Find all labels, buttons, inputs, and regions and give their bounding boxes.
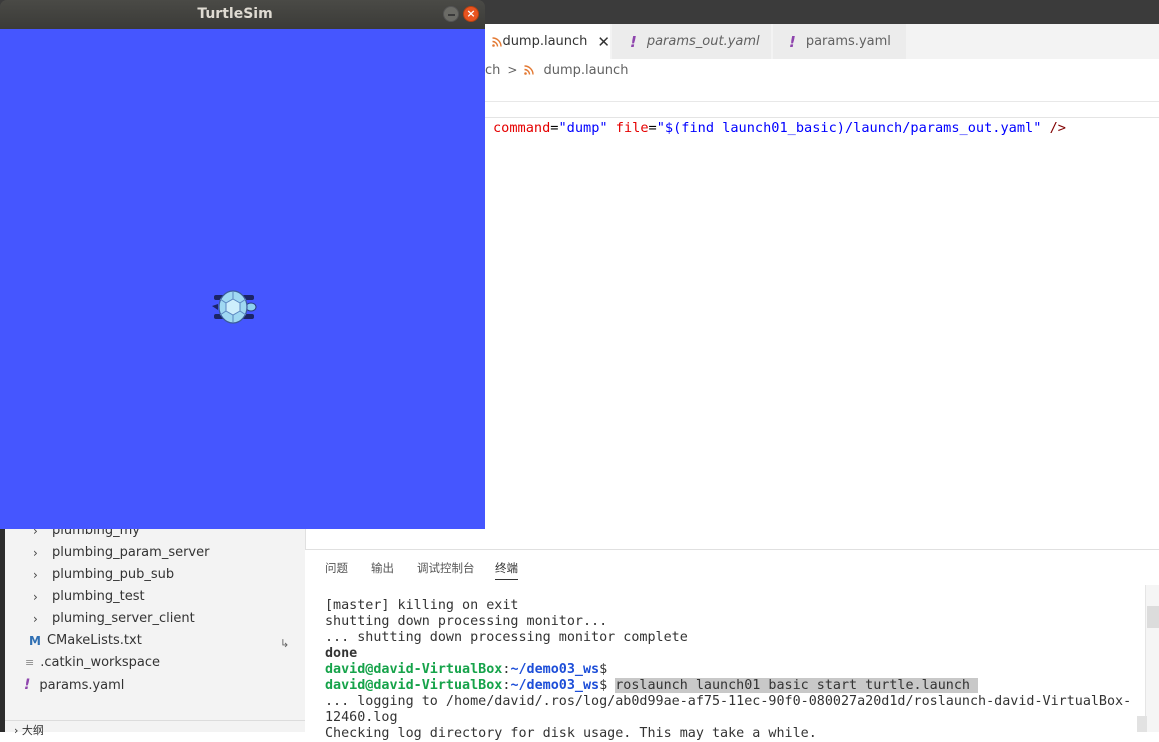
exclamation-icon: ! <box>24 677 31 693</box>
explorer-sidebar: › plumbing_my › plumbing_param_server › … <box>0 523 306 732</box>
window-title: TurtleSim <box>197 6 273 22</box>
tree-item-pluming-server-client[interactable]: › pluming_server_client <box>33 611 195 626</box>
exclamation-icon: ! <box>789 32 796 51</box>
chevron-right-icon: › <box>33 589 38 604</box>
tree-item-label: plumbing_param_server <box>52 545 210 560</box>
turtle-icon <box>212 290 257 324</box>
panel-tab-debug-console[interactable]: 调试控制台 <box>417 560 475 576</box>
tree-item-plumbing-test[interactable]: › plumbing_test <box>33 589 145 604</box>
chevron-right-icon: › <box>33 611 38 626</box>
terminal-output[interactable]: [master] killing on exit shutting down p… <box>325 598 1131 742</box>
tree-item-cmakelists[interactable]: M CMakeLists.txt <box>29 633 142 648</box>
terminal-line: Checking log directory for disk usage. T… <box>325 726 817 741</box>
terminal-command: roslaunch launch01 basic start turtle.la… <box>615 678 979 693</box>
breadcrumb-file[interactable]: dump.launch <box>543 63 628 78</box>
tab-dump-launch[interactable]: dump.launch ✕ <box>485 24 611 59</box>
terminal-line: shutting down processing monitor... <box>325 614 608 629</box>
tab-label: params_out.yaml <box>646 34 760 49</box>
prompt-dollar: $ <box>599 678 608 693</box>
tree-item-plumbing-param-server[interactable]: › plumbing_param_server <box>33 545 209 560</box>
prompt-path: ~/demo03_ws <box>510 678 600 693</box>
minimize-button[interactable] <box>443 6 459 22</box>
tab-label: params.yaml <box>805 34 891 49</box>
prompt-dollar: $ <box>599 662 608 677</box>
bottom-panel: 问题 输出 调试控制台 终端 [master] killing on exit … <box>305 549 1159 741</box>
code-tag: /> <box>1049 120 1066 136</box>
panel-tab-problems[interactable]: 问题 <box>325 560 348 576</box>
tree-item-label: params.yaml <box>39 677 125 693</box>
breadcrumb: ch > dump.launch <box>485 59 628 81</box>
scrollbar-thumb[interactable] <box>1147 606 1159 628</box>
outline-section-header[interactable]: › 大纲 <box>14 722 44 738</box>
editor-divider <box>485 101 1159 102</box>
text-file-icon: ≡ <box>25 656 35 669</box>
tree-item-label: plumbing_pub_sub <box>52 567 175 582</box>
rss-icon <box>524 65 535 75</box>
prompt-user: david@david-VirtualBox <box>325 662 503 677</box>
panel-tab-output[interactable]: 输出 <box>371 560 394 576</box>
code-attribute: file <box>615 120 649 136</box>
code-string: "$(find launch01_basic)/launch/params_ou… <box>656 120 1042 136</box>
chevron-right-icon: › <box>33 567 38 582</box>
close-button[interactable]: × <box>463 6 479 22</box>
tree-item-catkin-workspace[interactable]: ≡ .catkin_workspace <box>25 655 160 670</box>
sidebar-divider <box>5 720 305 721</box>
terminal-line: done <box>325 646 358 661</box>
tree-item-label: .catkin_workspace <box>40 655 161 670</box>
tree-item-label: plumbing_test <box>52 589 145 604</box>
code-editor[interactable]: command="dump" file="$(find launch01_bas… <box>493 118 1066 138</box>
tree-item-params-yaml[interactable]: ! params.yaml <box>24 677 124 693</box>
tab-params-out-yaml[interactable]: ! params_out.yaml <box>612 24 772 59</box>
terminal-line: 12460.log <box>325 710 398 725</box>
turtlesim-titlebar[interactable]: TurtleSim × <box>0 0 485 29</box>
terminal-line: ... shutting down processing monitor com… <box>325 630 688 645</box>
prompt-user: david@david-VirtualBox <box>325 678 503 693</box>
close-icon[interactable]: ✕ <box>597 33 610 51</box>
scrollbar-thumb[interactable] <box>1137 716 1147 732</box>
breadcrumb-parent[interactable]: ch <box>485 63 500 78</box>
exclamation-icon: ! <box>630 32 637 51</box>
tab-label: dump.launch <box>502 34 588 49</box>
chevron-right-icon: > <box>507 63 518 77</box>
prompt-path: ~/demo03_ws <box>510 662 600 677</box>
rss-icon <box>492 36 502 47</box>
outline-label: 大纲 <box>21 724 44 737</box>
chevron-right-icon: › <box>33 545 38 560</box>
git-modified-icon: ↳ <box>280 637 290 650</box>
tab-params-yaml[interactable]: ! params.yaml <box>773 24 907 59</box>
cmake-icon: M <box>29 633 41 648</box>
terminal-line: ... logging to /home/david/.ros/log/ab0d… <box>325 694 1132 709</box>
tree-item-label: CMakeLists.txt <box>46 633 142 648</box>
code-string: "dump" <box>558 120 608 136</box>
code-attribute: command <box>493 120 551 136</box>
terminal-line: [master] killing on exit <box>325 598 519 613</box>
turtlesim-window: TurtleSim × <box>0 0 485 529</box>
turtlesim-canvas <box>0 29 485 529</box>
chevron-right-icon: › <box>14 724 22 737</box>
tree-item-plumbing-pub-sub[interactable]: › plumbing_pub_sub <box>33 567 174 582</box>
tree-item-label: pluming_server_client <box>52 611 195 626</box>
activity-bar <box>0 528 5 732</box>
panel-tab-terminal[interactable]: 终端 <box>495 560 518 580</box>
